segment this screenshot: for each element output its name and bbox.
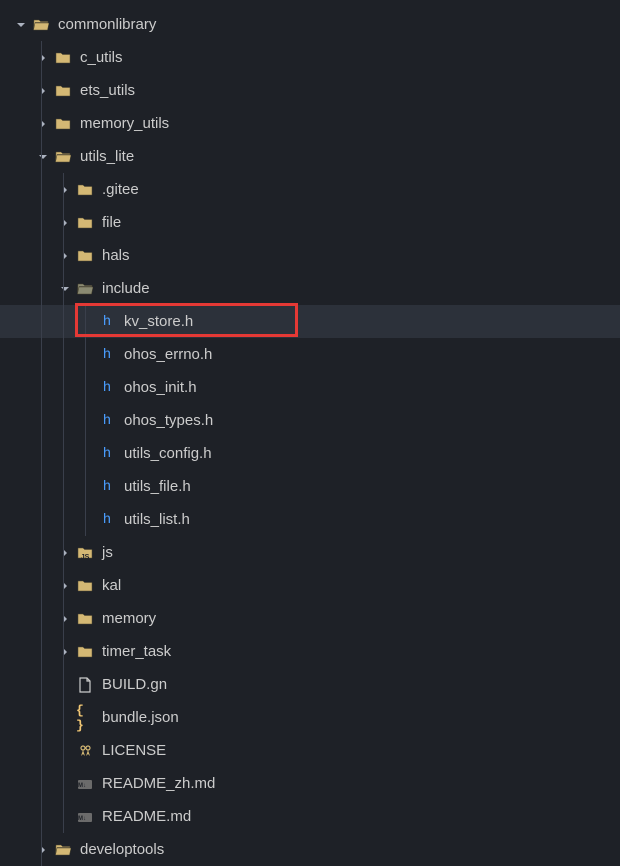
chevron-down-icon[interactable] bbox=[14, 18, 28, 32]
folder-js-icon: JS bbox=[76, 544, 94, 562]
tree-item-label: hals bbox=[102, 247, 130, 264]
tree-item-label: utils_config.h bbox=[124, 445, 212, 462]
h-file-icon: h bbox=[98, 445, 116, 463]
svg-text:M↓: M↓ bbox=[78, 783, 86, 789]
chevron-down-icon[interactable] bbox=[58, 282, 72, 296]
folder-icon bbox=[76, 577, 94, 595]
h-file-icon: h bbox=[98, 478, 116, 496]
chevron-right-icon[interactable] bbox=[36, 84, 50, 98]
tree-item-label: BUILD.gn bbox=[102, 676, 167, 693]
markdown-icon: M↓ bbox=[76, 808, 94, 826]
tree-item[interactable]: h ohos_types.h bbox=[0, 404, 620, 437]
folder-open-partial-icon bbox=[54, 841, 72, 859]
tree-item[interactable]: utils_lite bbox=[0, 140, 620, 173]
license-icon bbox=[76, 742, 94, 760]
folder-icon bbox=[76, 214, 94, 232]
folder-open-icon bbox=[54, 148, 72, 166]
chevron-right-icon[interactable] bbox=[58, 579, 72, 593]
tree-item[interactable]: c_utils bbox=[0, 41, 620, 74]
tree-item[interactable]: h utils_config.h bbox=[0, 437, 620, 470]
tree-item[interactable]: timer_task bbox=[0, 635, 620, 668]
tree-item[interactable]: { } bundle.json bbox=[0, 701, 620, 734]
tree-item-label: developtools bbox=[80, 841, 164, 858]
chevron-right-icon[interactable] bbox=[58, 183, 72, 197]
tree-item-label: commonlibrary bbox=[58, 16, 156, 33]
h-file-icon: h bbox=[98, 412, 116, 430]
tree-item-label: utils_file.h bbox=[124, 478, 191, 495]
tree-item[interactable]: h kv_store.h bbox=[0, 305, 620, 338]
tree-item-label: kv_store.h bbox=[124, 313, 193, 330]
tree-item[interactable]: .gitee bbox=[0, 173, 620, 206]
file-icon bbox=[76, 676, 94, 694]
chevron-right-icon[interactable] bbox=[58, 546, 72, 560]
tree-item-label: memory_utils bbox=[80, 115, 169, 132]
tree-item[interactable]: developtools bbox=[0, 833, 620, 866]
folder-open-icon bbox=[32, 16, 50, 34]
folder-open-dim-icon bbox=[76, 280, 94, 298]
tree-item[interactable]: commonlibrary bbox=[0, 8, 620, 41]
tree-item-label: utils_list.h bbox=[124, 511, 190, 528]
chevron-right-icon[interactable] bbox=[36, 51, 50, 65]
tree-item[interactable]: memory_utils bbox=[0, 107, 620, 140]
tree-item[interactable]: ets_utils bbox=[0, 74, 620, 107]
json-icon: { } bbox=[76, 709, 94, 727]
chevron-down-icon[interactable] bbox=[36, 150, 50, 164]
tree-item[interactable]: h ohos_init.h bbox=[0, 371, 620, 404]
tree-item[interactable]: h utils_list.h bbox=[0, 503, 620, 536]
tree-item-label: .gitee bbox=[102, 181, 139, 198]
tree-item-label: include bbox=[102, 280, 150, 297]
tree-item-label: LICENSE bbox=[102, 742, 166, 759]
tree-item-label: README_zh.md bbox=[102, 775, 215, 792]
tree-item[interactable]: BUILD.gn bbox=[0, 668, 620, 701]
tree-item-label: ets_utils bbox=[80, 82, 135, 99]
tree-item-label: timer_task bbox=[102, 643, 171, 660]
folder-icon bbox=[54, 115, 72, 133]
tree-item[interactable]: M↓ README_zh.md bbox=[0, 767, 620, 800]
tree-item-label: bundle.json bbox=[102, 709, 179, 726]
chevron-right-icon[interactable] bbox=[58, 249, 72, 263]
chevron-right-icon[interactable] bbox=[58, 216, 72, 230]
tree-item[interactable]: LICENSE bbox=[0, 734, 620, 767]
tree-item-label: README.md bbox=[102, 808, 191, 825]
tree-item-label: ohos_init.h bbox=[124, 379, 197, 396]
tree-item-label: utils_lite bbox=[80, 148, 134, 165]
tree-item[interactable]: hals bbox=[0, 239, 620, 272]
h-file-icon: h bbox=[98, 346, 116, 364]
h-file-icon: h bbox=[98, 313, 116, 331]
chevron-right-icon[interactable] bbox=[36, 843, 50, 857]
folder-icon bbox=[76, 610, 94, 628]
folder-icon bbox=[76, 247, 94, 265]
markdown-icon: M↓ bbox=[76, 775, 94, 793]
tree-item[interactable]: h ohos_errno.h bbox=[0, 338, 620, 371]
svg-text:JS: JS bbox=[81, 554, 90, 561]
tree-item[interactable]: include bbox=[0, 272, 620, 305]
tree-item-label: file bbox=[102, 214, 121, 231]
folder-icon bbox=[76, 181, 94, 199]
folder-icon bbox=[54, 82, 72, 100]
svg-text:M↓: M↓ bbox=[78, 816, 86, 822]
chevron-right-icon[interactable] bbox=[58, 645, 72, 659]
h-file-icon: h bbox=[98, 379, 116, 397]
tree-item[interactable]: M↓ README.md bbox=[0, 800, 620, 833]
tree-item-label: kal bbox=[102, 577, 121, 594]
chevron-right-icon[interactable] bbox=[58, 612, 72, 626]
tree-item[interactable]: memory bbox=[0, 602, 620, 635]
tree-item-label: js bbox=[102, 544, 113, 561]
h-file-icon: h bbox=[98, 511, 116, 529]
tree-item[interactable]: h utils_file.h bbox=[0, 470, 620, 503]
tree-item[interactable]: kal bbox=[0, 569, 620, 602]
tree-item[interactable]: JS js bbox=[0, 536, 620, 569]
tree-item-label: ohos_errno.h bbox=[124, 346, 212, 363]
folder-icon bbox=[76, 643, 94, 661]
tree-item-label: memory bbox=[102, 610, 156, 627]
tree-item-label: ohos_types.h bbox=[124, 412, 213, 429]
chevron-right-icon[interactable] bbox=[36, 117, 50, 131]
folder-icon bbox=[54, 49, 72, 67]
tree-item-label: c_utils bbox=[80, 49, 123, 66]
tree-item[interactable]: file bbox=[0, 206, 620, 239]
